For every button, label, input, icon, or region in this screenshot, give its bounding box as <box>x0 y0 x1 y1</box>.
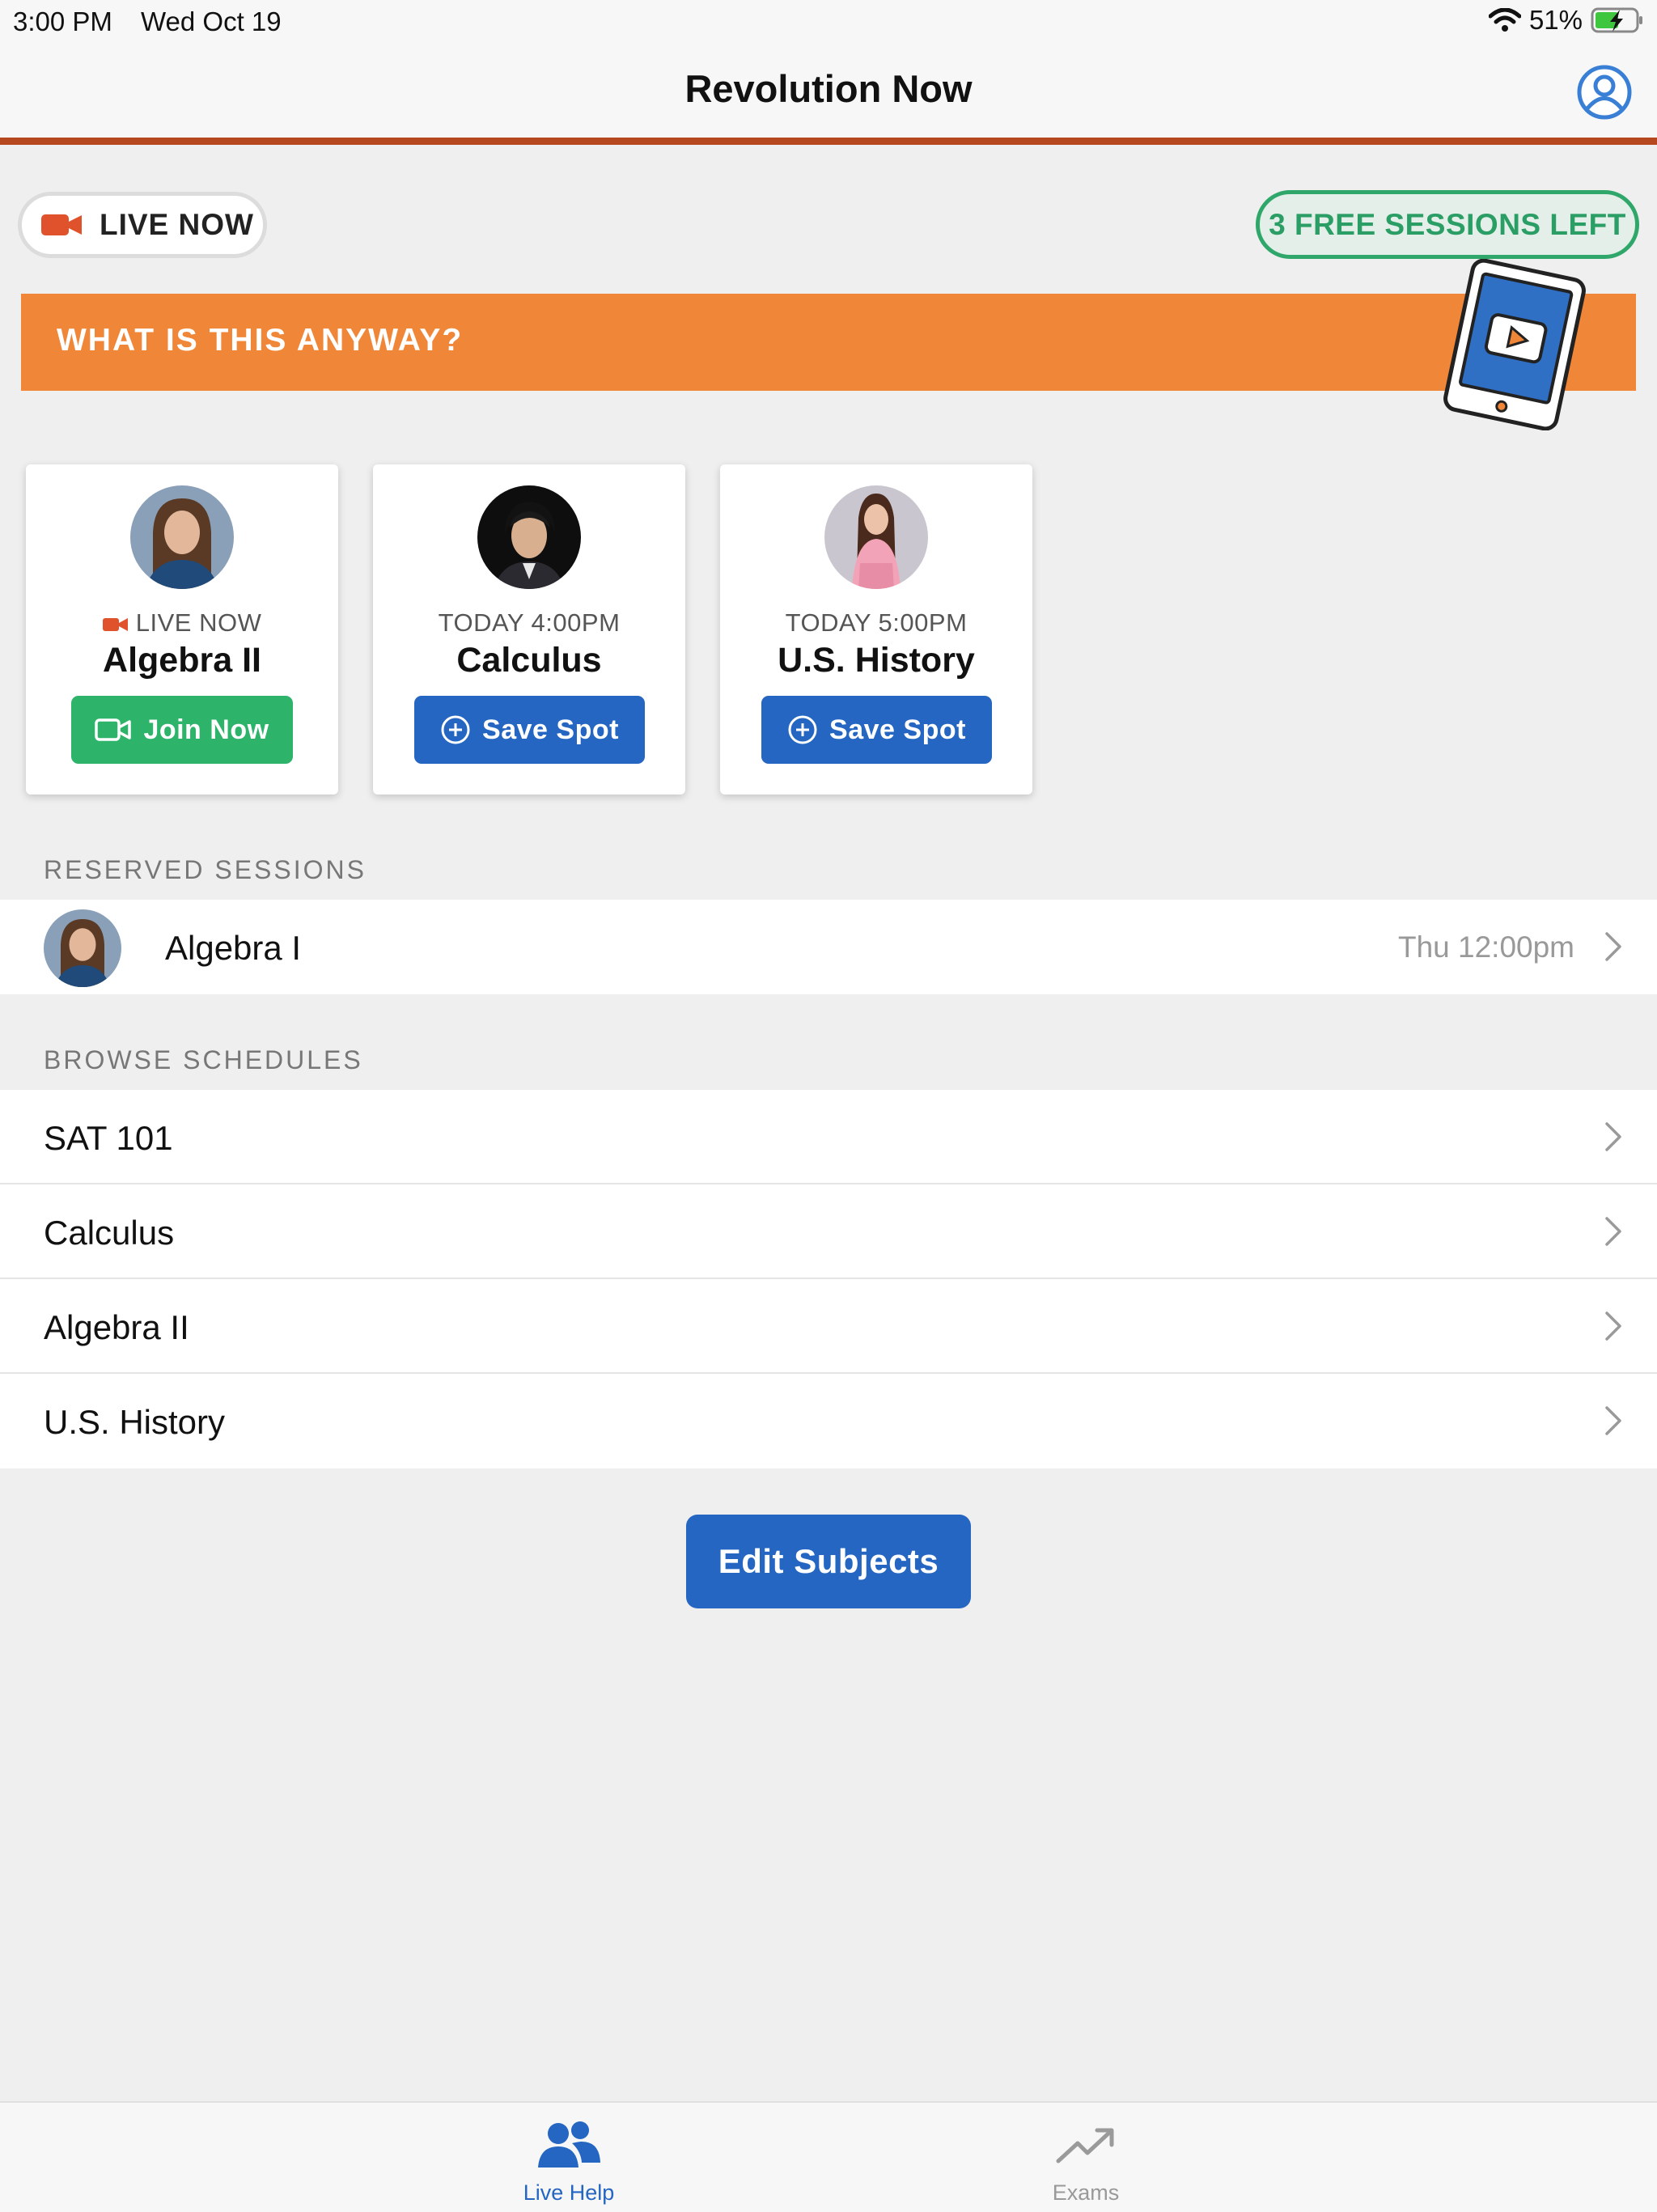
save-spot-label: Save Spot <box>829 714 966 745</box>
free-sessions-badge[interactable]: 3 FREE SESSIONS LEFT <box>1256 190 1639 259</box>
people-icon <box>538 2121 600 2168</box>
tab-label: Exams <box>1052 2180 1120 2205</box>
session-card[interactable]: TODAY 4:00PM Calculus Save Spot <box>373 464 685 795</box>
status-indicators: 51% <box>1488 5 1644 36</box>
chevron-right-icon <box>1605 1406 1621 1435</box>
session-time: TODAY 4:00PM <box>438 608 621 637</box>
banner-label: WHAT IS THIS ANYWAY? <box>57 323 464 358</box>
plus-circle-icon <box>441 715 470 744</box>
session-subject: Algebra II <box>103 641 261 680</box>
session-subject: Calculus <box>456 641 602 680</box>
battery-percent: 51% <box>1528 5 1583 35</box>
join-now-label: Join Now <box>143 714 269 745</box>
save-spot-button[interactable]: Save Spot <box>414 696 645 764</box>
tab-live-help[interactable]: Live Help <box>447 2103 690 2212</box>
video-camera-icon <box>102 617 128 631</box>
profile-icon[interactable] <box>1576 64 1633 121</box>
join-now-button[interactable]: Join Now <box>71 696 293 764</box>
schedule-label: Calculus <box>44 1214 175 1252</box>
status-time: 3:00 PM <box>13 6 112 36</box>
browse-schedules-header: BROWSE SCHEDULES <box>44 1045 363 1074</box>
edit-subjects-button[interactable]: Edit Subjects <box>686 1515 971 1608</box>
session-time-label: LIVE NOW <box>135 608 262 637</box>
session-time: TODAY 5:00PM <box>785 608 968 637</box>
video-camera-outline-icon <box>95 718 132 741</box>
chevron-right-icon <box>1605 1312 1621 1341</box>
session-card[interactable]: LIVE NOW Algebra II Join Now <box>26 464 338 795</box>
reserved-sessions-header: RESERVED SESSIONS <box>44 855 367 884</box>
session-time: LIVE NOW <box>26 608 338 638</box>
what-is-this-banner[interactable]: WHAT IS THIS ANYWAY? <box>21 294 1636 391</box>
tutor-avatar <box>44 909 121 987</box>
schedule-label: U.S. History <box>44 1403 226 1441</box>
tablet-video-icon <box>1443 259 1586 430</box>
wifi-icon <box>1488 8 1521 32</box>
schedule-label: Algebra II <box>44 1308 189 1346</box>
chevron-right-icon <box>1605 1122 1621 1151</box>
battery-charging-icon <box>1591 7 1642 33</box>
session-subject: U.S. History <box>778 641 975 680</box>
reserved-sessions-list: Algebra I Thu 12:00pm <box>0 900 1657 994</box>
reserved-session-time: Thu 12:00pm <box>1397 930 1574 964</box>
plus-circle-icon <box>788 715 817 744</box>
tutor-avatar <box>824 485 928 589</box>
nav-bar: Revolution Now <box>0 42 1657 145</box>
chevron-right-icon <box>1605 932 1621 961</box>
reserved-session-row[interactable]: Algebra I Thu 12:00pm <box>0 900 1657 994</box>
tutor-avatar <box>477 485 581 589</box>
schedule-row[interactable]: Algebra II <box>0 1279 1657 1374</box>
chevron-right-icon <box>1605 1217 1621 1246</box>
session-card[interactable]: TODAY 5:00PM U.S. History Save Spot <box>720 464 1032 795</box>
schedule-row[interactable]: SAT 101 <box>0 1090 1657 1184</box>
save-spot-button[interactable]: Save Spot <box>761 696 992 764</box>
reserved-session-subject: Algebra I <box>165 929 302 967</box>
schedule-label: SAT 101 <box>44 1119 173 1157</box>
tab-label: Live Help <box>523 2180 615 2205</box>
video-camera-icon <box>41 214 82 235</box>
live-now-filter[interactable]: LIVE NOW <box>18 192 267 258</box>
browse-schedules-list: SAT 101 Calculus Algebra II U.S. History <box>0 1090 1657 1468</box>
tab-exams[interactable]: Exams <box>964 2103 1207 2212</box>
status-bar: 3:00 PM Wed Oct 19 51% <box>0 0 1657 42</box>
save-spot-label: Save Spot <box>482 714 619 745</box>
tab-bar: Live Help Exams <box>0 2101 1657 2212</box>
page-title: Revolution Now <box>684 67 973 110</box>
free-sessions-label: 3 FREE SESSIONS LEFT <box>1269 207 1626 241</box>
live-now-label: LIVE NOW <box>100 208 254 241</box>
schedule-row[interactable]: Calculus <box>0 1184 1657 1279</box>
trending-up-icon <box>1056 2128 1114 2163</box>
schedule-row[interactable]: U.S. History <box>0 1374 1657 1468</box>
status-date: Wed Oct 19 <box>141 6 282 36</box>
tutor-avatar <box>130 485 234 589</box>
